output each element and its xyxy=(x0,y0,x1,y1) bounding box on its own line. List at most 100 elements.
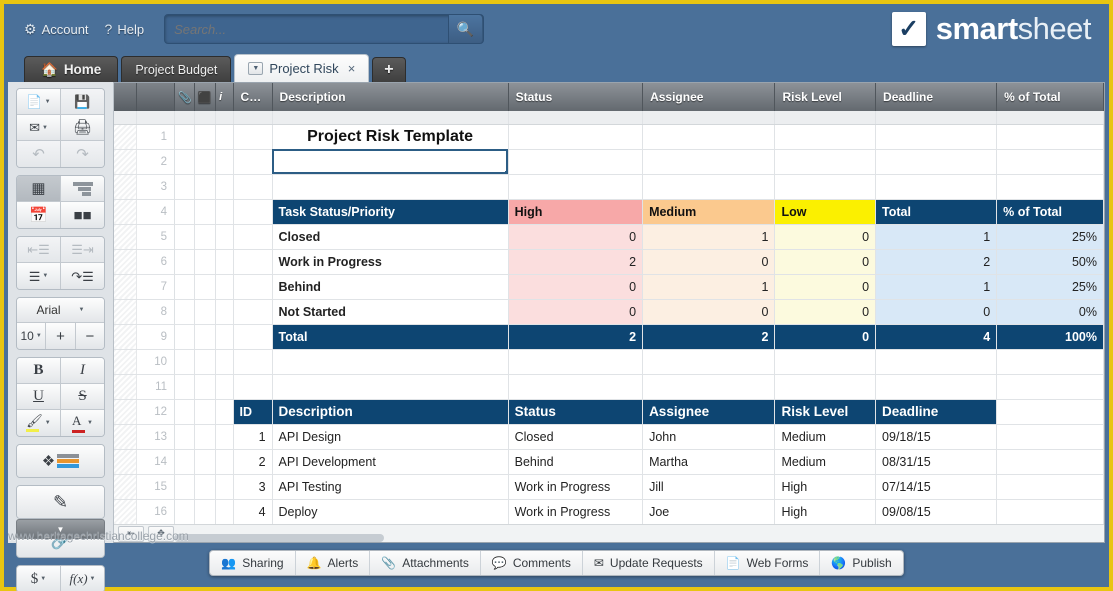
cell-assign[interactable]: John xyxy=(643,424,775,449)
cell-attach[interactable] xyxy=(175,349,195,374)
new-sheet-button[interactable]: 📄▼ xyxy=(17,89,61,115)
cell-assign[interactable]: 0 xyxy=(643,249,775,274)
cell-desc[interactable]: API Design xyxy=(272,424,508,449)
cell-desc[interactable]: Total xyxy=(272,324,508,349)
cell-desc[interactable]: Deploy xyxy=(272,499,508,524)
column-header-pct[interactable]: % of Total xyxy=(997,83,1104,111)
cell-commt[interactable] xyxy=(194,449,216,474)
cell-info[interactable] xyxy=(216,249,233,274)
row-handle[interactable] xyxy=(114,474,137,499)
cell-status[interactable]: Work in Progress xyxy=(508,499,642,524)
italic-button[interactable]: I xyxy=(61,358,104,384)
cell-pct[interactable] xyxy=(997,374,1104,399)
cell-assign[interactable]: 2 xyxy=(643,324,775,349)
tab-close-icon[interactable]: × xyxy=(348,61,356,76)
row-number[interactable]: 11 xyxy=(137,374,175,399)
bold-button[interactable]: B xyxy=(17,358,61,384)
bottom-item-publish[interactable]: 🌎Publish xyxy=(820,551,902,575)
cell-dead[interactable]: 1 xyxy=(876,224,997,249)
cell-status[interactable] xyxy=(508,149,642,174)
cell-commt[interactable] xyxy=(194,349,216,374)
cell-dead[interactable]: 4 xyxy=(876,324,997,349)
row-number[interactable]: 14 xyxy=(137,449,175,474)
gantt-view-button[interactable] xyxy=(61,176,104,202)
tab-home[interactable]: 🏠 Home xyxy=(24,56,118,82)
cell-status[interactable] xyxy=(508,124,642,149)
row-number[interactable]: 8 xyxy=(137,299,175,324)
table-row[interactable]: 11 xyxy=(114,374,1104,399)
cell-attach[interactable] xyxy=(175,274,195,299)
cell-risk[interactable]: 0 xyxy=(775,224,876,249)
cell-risk[interactable] xyxy=(775,374,876,399)
cell-info[interactable] xyxy=(216,449,233,474)
cell-risk[interactable] xyxy=(775,149,876,174)
cell-risk[interactable]: Low xyxy=(775,199,876,224)
strikethrough-button[interactable]: S xyxy=(61,384,104,410)
print-button[interactable]: 🖨 xyxy=(61,115,104,141)
cell-desc[interactable]: Closed xyxy=(272,224,508,249)
cell-dead[interactable] xyxy=(876,149,997,174)
table-row[interactable]: 9Total2204100% xyxy=(114,324,1104,349)
cell-desc[interactable]: API Testing xyxy=(272,474,508,499)
column-header-hash[interactable] xyxy=(114,83,137,111)
row-number[interactable]: 9 xyxy=(137,324,175,349)
cell-risk[interactable]: 0 xyxy=(775,249,876,274)
cell-info[interactable] xyxy=(216,349,233,374)
bottom-item-web-forms[interactable]: 📄Web Forms xyxy=(715,551,821,575)
cell-attach[interactable] xyxy=(175,474,195,499)
row-number[interactable]: 4 xyxy=(137,199,175,224)
bottom-item-alerts[interactable]: 🔔Alerts xyxy=(296,551,371,575)
cell-status[interactable]: Work in Progress xyxy=(508,474,642,499)
cell-info[interactable] xyxy=(216,324,233,349)
cell-pct[interactable]: 25% xyxy=(997,224,1104,249)
cell-cdot[interactable]: ID xyxy=(233,399,272,424)
table-row[interactable]: 3 xyxy=(114,174,1104,199)
fill-color-button[interactable]: 🖌 ▼ xyxy=(17,410,61,436)
cell-info[interactable] xyxy=(216,174,233,199)
cell-pct[interactable]: % of Total xyxy=(997,199,1104,224)
cell-assign[interactable]: Jill xyxy=(643,474,775,499)
cell-commt[interactable] xyxy=(194,174,216,199)
tab-project-risk[interactable]: ▼ Project Risk × xyxy=(234,54,369,82)
table-row[interactable]: 4Task Status/PriorityHighMediumLowTotal%… xyxy=(114,199,1104,224)
table-row[interactable]: 2 xyxy=(114,149,1104,174)
table-row[interactable]: 1Project Risk Template xyxy=(114,124,1104,149)
cell-commt[interactable] xyxy=(194,274,216,299)
cell-risk[interactable] xyxy=(775,124,876,149)
text-color-button[interactable]: A ▼ xyxy=(61,410,104,436)
grid-view-button[interactable]: ▦ xyxy=(17,176,61,202)
row-handle[interactable] xyxy=(114,324,137,349)
search-button[interactable]: 🔍 xyxy=(448,15,482,43)
cell-desc[interactable]: Description xyxy=(272,399,508,424)
cell-info[interactable] xyxy=(216,424,233,449)
cell-dead[interactable] xyxy=(876,174,997,199)
cell-info[interactable] xyxy=(216,474,233,499)
cell-pct[interactable]: 100% xyxy=(997,324,1104,349)
cell-desc[interactable]: API Development xyxy=(272,449,508,474)
cell-attach[interactable] xyxy=(175,299,195,324)
cell-dead[interactable]: 09/18/15 xyxy=(876,424,997,449)
cell-info[interactable] xyxy=(216,124,233,149)
cell-status[interactable]: Status xyxy=(508,399,642,424)
cell-cdot[interactable] xyxy=(233,349,272,374)
cell-cdot[interactable] xyxy=(233,124,272,149)
cell-dead[interactable]: 09/08/15 xyxy=(876,499,997,524)
cell-desc[interactable]: Behind xyxy=(272,274,508,299)
tab-add-button[interactable]: + xyxy=(372,57,405,82)
row-handle[interactable] xyxy=(114,424,137,449)
cell-attach[interactable] xyxy=(175,374,195,399)
cell-desc[interactable]: Not Started xyxy=(272,299,508,324)
cell-commt[interactable] xyxy=(194,249,216,274)
cell-attach[interactable] xyxy=(175,499,195,524)
cell-status[interactable]: High xyxy=(508,199,642,224)
column-header-desc[interactable]: Description xyxy=(272,83,508,111)
row-number[interactable]: 2 xyxy=(137,149,175,174)
collapse-all-button[interactable]: ⇤ xyxy=(118,526,144,542)
bottom-item-comments[interactable]: 💬Comments xyxy=(481,551,583,575)
row-number[interactable]: 16 xyxy=(137,499,175,524)
cell-info[interactable] xyxy=(216,399,233,424)
outdent-button[interactable]: ⇤☰ xyxy=(17,237,61,263)
expand-view-button[interactable]: ✥ xyxy=(148,526,174,542)
cell-dead[interactable] xyxy=(876,374,997,399)
cell-desc[interactable]: Work in Progress xyxy=(272,249,508,274)
